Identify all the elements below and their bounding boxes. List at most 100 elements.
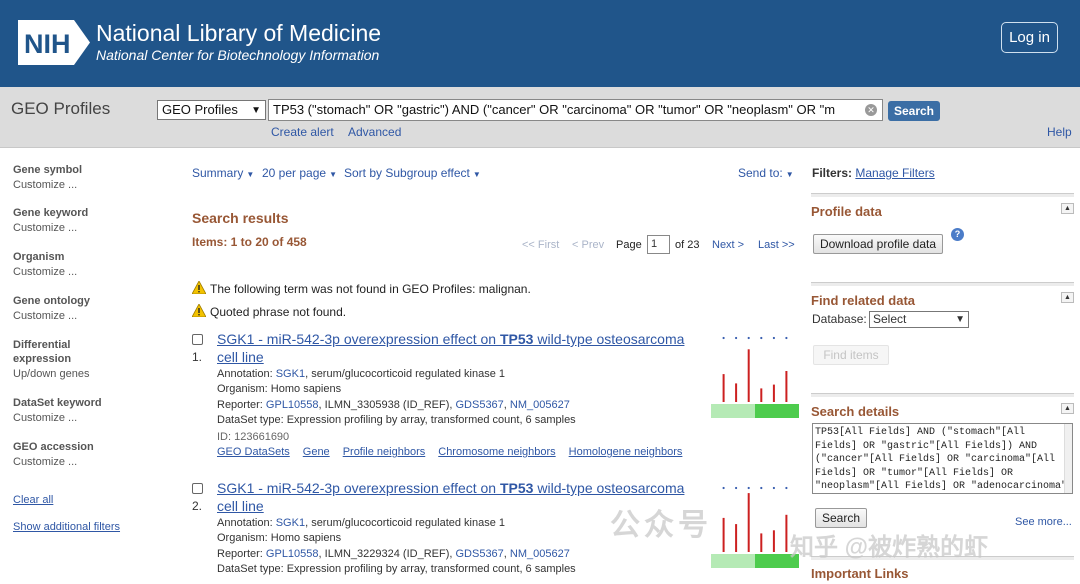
annotation-text: , serum/glucocorticoid regulated kinase …: [305, 517, 506, 529]
filter-gene-keyword: Gene keyword Customize ...: [13, 207, 88, 234]
related-database-select[interactable]: Select ▼: [869, 311, 969, 328]
filter-gene-symbol: Gene symbol Customize ...: [13, 164, 82, 191]
filter-geo-accession: GEO accession Customize ...: [13, 441, 94, 468]
geo-datasets-link[interactable]: GEO DataSets: [217, 446, 290, 458]
watermark-zhihu: 知乎 @被炸熟的虾: [790, 534, 989, 561]
filter-title-line2: expression: [13, 353, 72, 365]
filter-title: Gene keyword: [13, 207, 89, 219]
help-link[interactable]: Help: [1047, 125, 1072, 139]
homologene-neighbors-link[interactable]: Homologene neighbors: [569, 446, 683, 458]
show-additional-filters-link[interactable]: Show additional filters: [13, 521, 120, 533]
nlm-title[interactable]: National Library of Medicine: [96, 20, 381, 47]
gpl-link[interactable]: GPL10558: [266, 399, 319, 411]
per-page-dropdown[interactable]: 20 per page ▼: [262, 166, 337, 180]
sample-marker: [747, 486, 750, 490]
gene-link[interactable]: SGK1: [276, 368, 305, 380]
result-id: ID: 123661690: [217, 431, 290, 443]
chromosome-neighbors-link[interactable]: Chromosome neighbors: [438, 446, 555, 458]
result-checkbox[interactable]: [192, 483, 203, 494]
sample-marker: [760, 336, 763, 340]
find-items-button[interactable]: Find items: [813, 345, 889, 365]
result-number: 1.: [192, 350, 203, 364]
nih-logo[interactable]: NIH: [18, 20, 90, 65]
expression-bar: [722, 374, 725, 402]
expression-bar: [747, 349, 750, 402]
sample-marker: [747, 336, 750, 340]
help-icon[interactable]: ?: [951, 228, 964, 241]
expression-bar: [735, 383, 738, 402]
collapse-icon[interactable]: ▲: [1061, 292, 1074, 303]
search-details-search-button[interactable]: Search: [815, 508, 867, 528]
first-page-link[interactable]: << First: [522, 239, 559, 251]
site-header: NIH National Library of Medicine Nationa…: [0, 0, 1080, 87]
related-database-value: Select: [873, 312, 907, 326]
panel-title: Find related data: [811, 293, 916, 308]
search-input[interactable]: TP53 ("stomach" OR "gastric") AND ("canc…: [268, 99, 883, 121]
customize-link[interactable]: Customize ...: [13, 266, 77, 278]
result-title-link[interactable]: SGK1 - miR-542-3p overexpression effect …: [217, 330, 697, 366]
warning-icon: [192, 281, 206, 294]
send-to-label: Send to:: [738, 166, 783, 180]
see-more-link[interactable]: See more...: [1015, 516, 1072, 528]
last-page-link[interactable]: Last >>: [758, 239, 795, 251]
annotation-text: , serum/glucocorticoid regulated kinase …: [305, 368, 506, 380]
gds-link[interactable]: GDS5367: [455, 399, 503, 411]
collapse-icon[interactable]: ▲: [1061, 203, 1074, 214]
database-select[interactable]: GEO Profiles ▼: [157, 100, 266, 120]
customize-link[interactable]: Customize ...: [13, 456, 94, 468]
profile-thumbnail-chart[interactable]: [711, 334, 799, 418]
panel-title: Profile data: [811, 204, 882, 219]
database-label: Database:: [812, 312, 867, 326]
advanced-search-link[interactable]: Advanced: [348, 125, 401, 139]
collapse-icon[interactable]: ▲: [1061, 403, 1074, 414]
gene-link[interactable]: Gene: [303, 446, 330, 458]
page-label: Page: [616, 239, 642, 251]
sort-dropdown[interactable]: Sort by Subgroup effect ▼: [344, 166, 481, 180]
nm-link[interactable]: NM_005627: [510, 399, 570, 411]
customize-link[interactable]: Customize ...: [13, 222, 88, 234]
summary-dropdown[interactable]: Summary ▼: [192, 166, 254, 180]
search-bar: GEO Profiles GEO Profiles ▼ TP53 ("stoma…: [0, 87, 1080, 148]
summary-label: Summary: [192, 166, 244, 180]
up-down-genes-link[interactable]: Up/down genes: [13, 368, 89, 380]
expression-bar: [772, 530, 775, 552]
filter-title: Gene ontology: [13, 295, 90, 307]
customize-link[interactable]: Customize ...: [13, 310, 90, 322]
customize-link[interactable]: Customize ...: [13, 179, 82, 191]
download-profile-data-button[interactable]: Download profile data: [813, 234, 943, 254]
customize-link[interactable]: Customize ...: [13, 412, 102, 424]
sample-marker: [735, 336, 738, 340]
clear-all-link[interactable]: Clear all: [13, 494, 53, 506]
panel-bar: [811, 194, 1074, 197]
textarea-scrollbar[interactable]: [1064, 424, 1072, 493]
login-button[interactable]: Log in: [1001, 22, 1058, 53]
reporter-label: Reporter:: [217, 548, 266, 560]
annotation-label: Annotation:: [217, 368, 276, 380]
watermark-wechat: 公众号: [610, 509, 712, 542]
subgroup-band: [711, 554, 755, 568]
profile-thumbnail-chart[interactable]: [711, 484, 799, 568]
search-button[interactable]: Search: [888, 101, 940, 121]
chevron-down-icon: ▼: [251, 105, 261, 116]
profile-neighbors-link[interactable]: Profile neighbors: [343, 446, 426, 458]
filter-dataset-keyword: DataSet keyword Customize ...: [13, 397, 102, 424]
gds-link[interactable]: GDS5367: [455, 548, 503, 560]
clear-icon[interactable]: ✕: [865, 104, 877, 116]
reporter-text: , ILMN_3305938 (ID_REF),: [318, 399, 456, 411]
title-part: SGK1 - miR-542-3p overexpression effect …: [217, 331, 500, 347]
next-page-link[interactable]: Next >: [712, 239, 744, 251]
gpl-link[interactable]: GPL10558: [266, 548, 319, 560]
send-to-dropdown[interactable]: Send to: ▼: [738, 166, 794, 180]
manage-filters-link[interactable]: Manage Filters: [855, 166, 934, 180]
result-checkbox[interactable]: [192, 334, 203, 345]
annotation-label: Annotation:: [217, 517, 276, 529]
page-number-input[interactable]: 1: [647, 235, 670, 254]
organism-line: Organism: Homo sapiens: [217, 532, 342, 544]
gene-link[interactable]: SGK1: [276, 517, 305, 529]
search-details-textarea[interactable]: TP53[All Fields] AND ("stomach"[All Fiel…: [812, 423, 1073, 494]
create-alert-link[interactable]: Create alert: [271, 125, 334, 139]
nm-link[interactable]: NM_005627: [510, 548, 570, 560]
prev-page-link[interactable]: < Prev: [572, 239, 604, 251]
dataset-type-line: DataSet type: Expression profiling by ar…: [217, 414, 576, 426]
dataset-type-line: DataSet type: Expression profiling by ar…: [217, 563, 576, 575]
